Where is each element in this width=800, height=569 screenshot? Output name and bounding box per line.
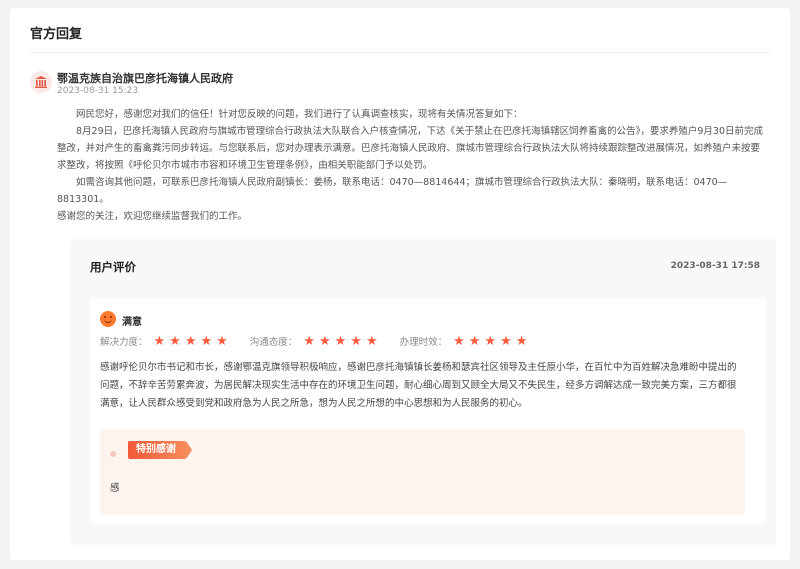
star-icon: ★: [334, 333, 347, 349]
evaluation-title: 用户评价: [90, 260, 136, 274]
face-eye: [104, 316, 106, 318]
evaluation-date: 2023-08-31 17:58: [670, 261, 760, 271]
satisfaction-label: 满意: [122, 317, 142, 328]
face-mouth: [104, 319, 112, 323]
star-icon: ★: [468, 333, 481, 349]
star-group: ★ ★ ★ ★ ★: [154, 335, 232, 348]
reply-paragraph: 网民您好，感谢您对我们的信任！针对您反映的问题，我们进行了认真调查核实，现将有关…: [76, 109, 523, 120]
reply-paragraph: 8月29日，巴彦托海镇人民政府与旗城市管理综合行政执法大队联合入户核查情况，下达…: [57, 126, 764, 171]
decorative-dot: [110, 451, 116, 457]
evaluation-card: 满意 解决力度： ★ ★ ★ ★ ★ 沟通态度： ★ ★ ★ ★ ★ 办理时效： ★ ★ ★ ★ ★ 感…: [90, 298, 766, 524]
star-icon: ★: [500, 333, 512, 349]
comment-line: 满意，让人民群众感受到党和政府急为人民之所急，想为人民之所想的中心思想和为人民服…: [100, 398, 528, 409]
star-icon: ★: [515, 333, 528, 349]
comment-line: 感谢呼伦贝尔市书记和市长，感谢鄂温克旗领导积极响应，感谢巴彦托海镇镇长姜杨和瑟宾…: [100, 362, 737, 373]
rating-label: 沟通态度：: [249, 337, 298, 348]
star-icon: ★: [453, 333, 465, 349]
rating-timeliness: 办理时效： ★ ★ ★ ★ ★: [399, 334, 532, 349]
org-name: 鄂温克族自治旗巴彦托海镇人民政府: [57, 72, 233, 85]
rating-label: 办理时效：: [399, 337, 448, 348]
special-thanks-badge: 特别感谢: [128, 441, 192, 459]
star-icon: ★: [484, 333, 497, 349]
official-reply-panel: 官方回复 鄂温克族自治旗巴彦托海镇人民政府 2023-08-31 15:23 网…: [10, 8, 790, 560]
reply-content: 网民您好，感谢您对我们的信任！针对您反映的问题，我们进行了认真调查核实，现将有关…: [57, 106, 769, 225]
star-icon: ★: [200, 333, 213, 349]
face-eye: [110, 316, 112, 318]
government-building-icon: [30, 71, 52, 93]
star-icon: ★: [169, 333, 181, 349]
star-icon: ★: [153, 333, 166, 349]
star-group: ★ ★ ★ ★ ★: [453, 335, 531, 348]
building-icon-svg: [35, 76, 47, 88]
user-evaluation-section: 用户评价 2023-08-31 17:58 满意 解决力度： ★ ★ ★ ★ ★ 沟通态…: [70, 239, 776, 545]
panel-title: 官方回复: [30, 27, 83, 42]
reply-paragraph: 感谢您的关注，欢迎您继续监督我们的工作。: [57, 211, 248, 222]
star-icon: ★: [216, 333, 228, 349]
rating-attitude: 沟通态度： ★ ★ ★ ★ ★: [249, 334, 382, 349]
title-divider: [30, 52, 770, 53]
smiley-face-icon: [100, 311, 116, 327]
evaluation-comment: 感谢呼伦贝尔市书记和市长，感谢鄂温克旗领导积极响应，感谢巴彦托海镇镇长姜杨和瑟宾…: [100, 359, 750, 413]
star-icon: ★: [365, 333, 378, 349]
comment-line: 问题，不辞辛苦劳累奔波，为居民解决现实生活中存在的环境卫生问题，耐心细心周到又顾…: [100, 380, 737, 391]
special-thanks-box: 特别感谢 感: [100, 429, 745, 515]
reply-paragraph: 如需咨询其他问题，可联系巴彦托海镇人民政府副镇长：姜杨，联系电话：0470—88…: [57, 177, 728, 205]
ratings-row: 解决力度： ★ ★ ★ ★ ★ 沟通态度： ★ ★ ★ ★ ★ 办理时效： ★ ★ ★ ★ ★: [100, 334, 549, 349]
star-icon: ★: [184, 333, 197, 349]
star-icon: ★: [303, 333, 315, 349]
star-icon: ★: [350, 333, 362, 349]
rating-resolution: 解决力度： ★ ★ ★ ★ ★: [100, 334, 232, 349]
special-thanks-text: 感: [110, 483, 120, 494]
star-group: ★ ★ ★ ★ ★: [303, 335, 381, 348]
rating-label: 解决力度：: [100, 337, 148, 348]
star-icon: ★: [318, 333, 331, 349]
org-reply-date: 2023-08-31 15:23: [57, 86, 139, 96]
